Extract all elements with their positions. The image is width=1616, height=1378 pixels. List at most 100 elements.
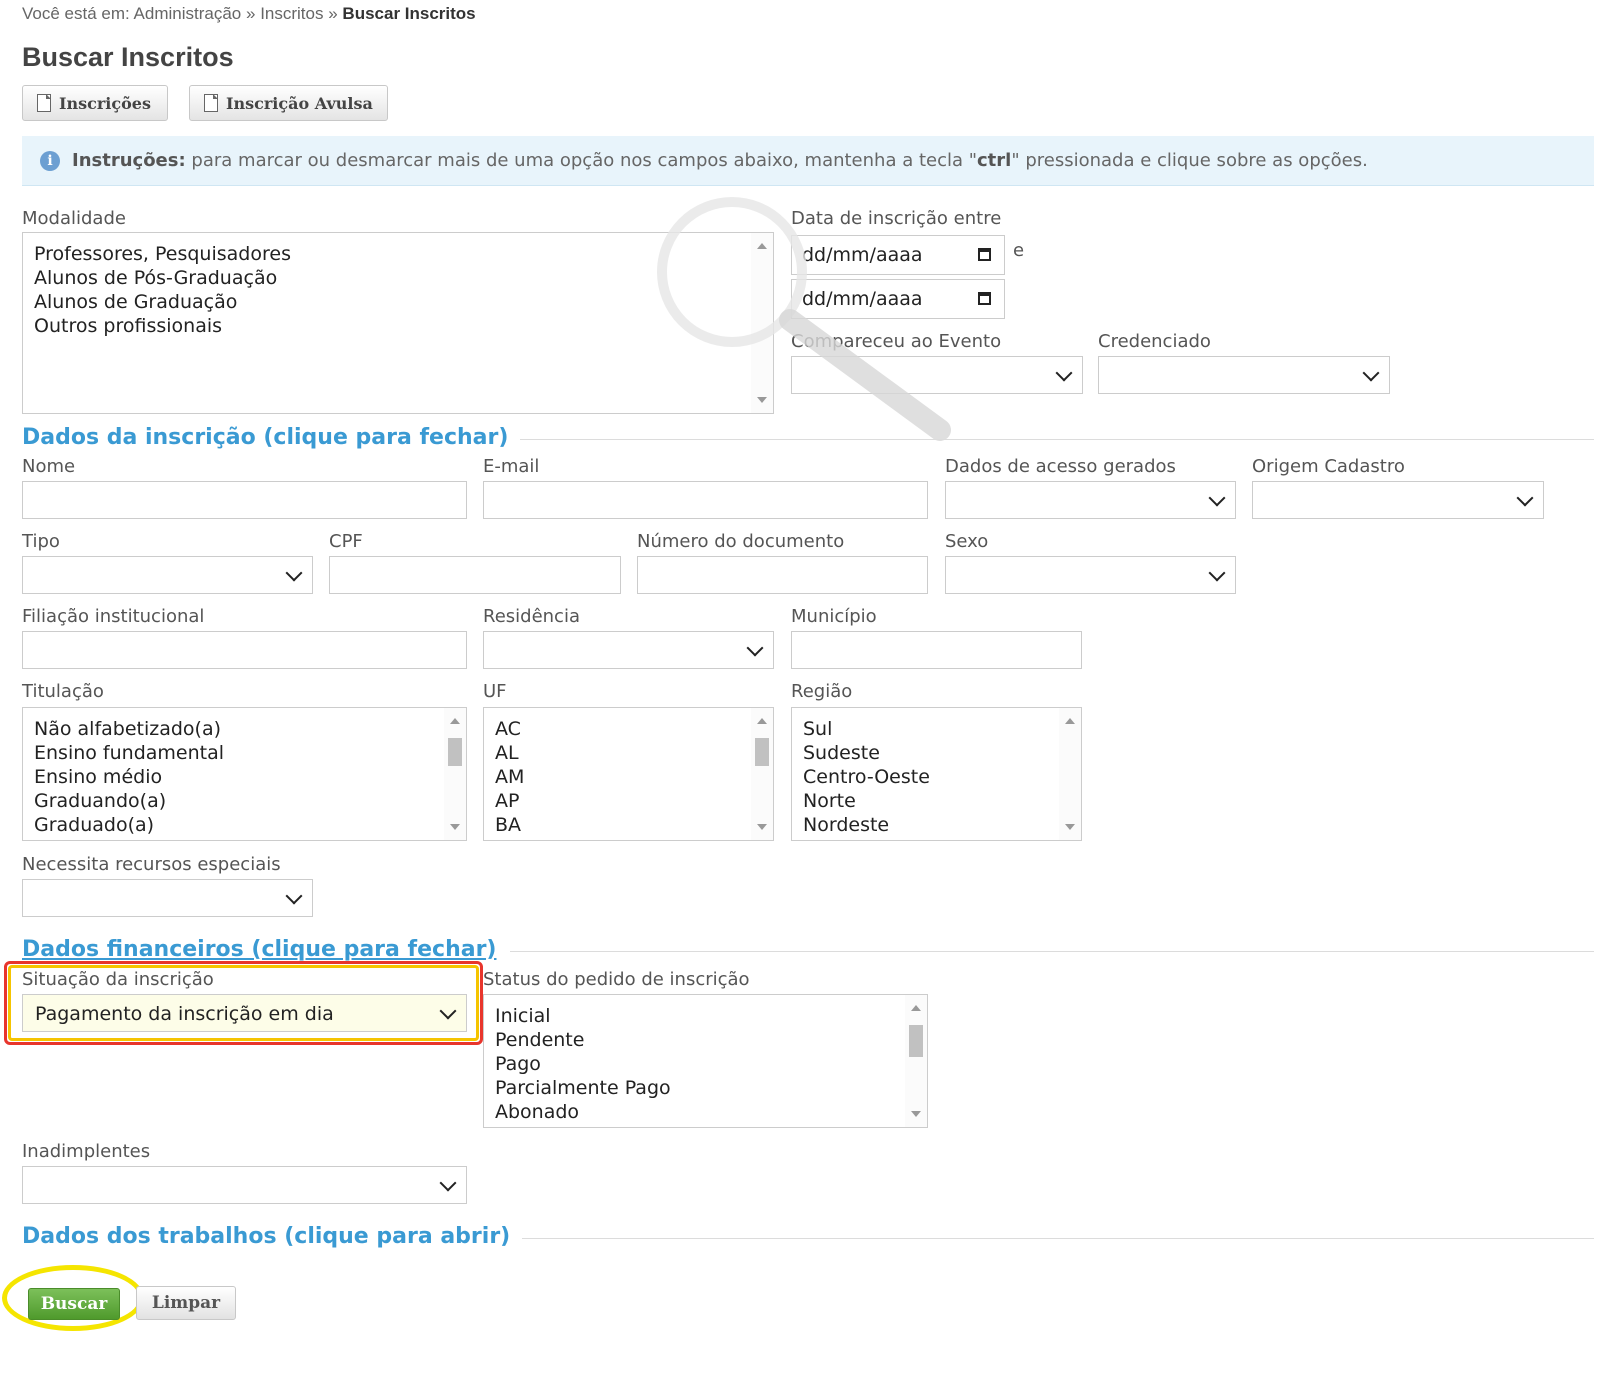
uf-label: UF: [483, 681, 507, 702]
list-item[interactable]: Abonado: [484, 1100, 927, 1124]
documento-input[interactable]: [637, 556, 928, 594]
instructions-title: Instruções:: [72, 150, 186, 171]
list-item[interactable]: Ensino fundamental: [23, 741, 466, 765]
situacao-selected-value: Pagamento da inscrição em dia: [35, 1003, 334, 1025]
magnifier-watermark-icon: [657, 197, 951, 441]
buscar-button[interactable]: Buscar: [28, 1288, 120, 1320]
scrollbar[interactable]: [905, 995, 927, 1127]
residencia-select[interactable]: [483, 631, 774, 669]
scrollbar[interactable]: [751, 708, 773, 840]
tipo-label: Tipo: [22, 531, 60, 552]
filiacao-label: Filiação institucional: [22, 606, 205, 627]
list-item[interactable]: Nordeste: [792, 813, 1081, 837]
nome-input[interactable]: [22, 481, 467, 519]
regiao-label: Região: [791, 681, 853, 702]
scrollbar[interactable]: [444, 708, 466, 840]
limpar-button[interactable]: Limpar: [136, 1286, 236, 1320]
instructions-key: ctrl: [977, 150, 1012, 171]
modalidade-label: Modalidade: [22, 208, 126, 229]
list-item[interactable]: Graduando(a): [23, 789, 466, 813]
inadimplentes-select[interactable]: [22, 1166, 467, 1204]
filiacao-input[interactable]: [22, 631, 467, 669]
breadcrumb-separator: »: [328, 4, 338, 23]
list-item[interactable]: AL: [484, 741, 773, 765]
status-pedido-label: Status do pedido de inscrição: [483, 969, 750, 990]
breadcrumb-prefix: Você está em:: [22, 4, 130, 23]
instructions-text: Instruções: para marcar ou desmarcar mai…: [72, 150, 1368, 171]
uf-listbox[interactable]: AC AL AM AP BA: [483, 707, 774, 841]
section-divider: [520, 439, 1594, 440]
instructions-bar: i Instruções: para marcar ou desmarcar m…: [22, 136, 1594, 186]
recursos-select[interactable]: [22, 879, 313, 917]
breadcrumb-separator: »: [245, 4, 256, 23]
origem-select[interactable]: [1252, 481, 1544, 519]
list-item[interactable]: Sul: [792, 717, 1081, 741]
list-item[interactable]: Pendente: [484, 1028, 927, 1052]
credenciado-label: Credenciado: [1098, 331, 1211, 352]
situacao-select[interactable]: Pagamento da inscrição em dia: [22, 994, 467, 1032]
document-icon: [204, 94, 218, 112]
chevron-down-icon: [1055, 364, 1073, 382]
email-label: E-mail: [483, 456, 540, 477]
list-item[interactable]: Parcialmente Pago: [484, 1076, 927, 1100]
chevron-down-icon: [1208, 489, 1226, 507]
sexo-select[interactable]: [945, 556, 1236, 594]
breadcrumb-current: Buscar Inscritos: [342, 4, 476, 23]
list-item[interactable]: Pago: [484, 1052, 927, 1076]
list-item[interactable]: AC: [484, 717, 773, 741]
calendar-icon[interactable]: [978, 292, 991, 305]
list-item[interactable]: AP: [484, 789, 773, 813]
document-icon: [37, 94, 51, 112]
date-conjunction: e: [1013, 240, 1025, 261]
list-item[interactable]: Centro-Oeste: [792, 765, 1081, 789]
section-divider: [510, 951, 1594, 952]
sexo-label: Sexo: [945, 531, 989, 552]
inscricao-avulsa-button[interactable]: Inscrição Avulsa: [189, 85, 388, 121]
breadcrumb-link-inscritos[interactable]: Inscritos: [260, 4, 323, 23]
inscricoes-button[interactable]: Inscrições: [22, 85, 168, 121]
section-divider: [522, 1238, 1594, 1239]
tipo-select[interactable]: [22, 556, 313, 594]
recursos-label: Necessita recursos especiais: [22, 854, 281, 875]
breadcrumb-link-administracao[interactable]: Administração: [134, 4, 242, 23]
chevron-down-icon: [439, 1174, 457, 1192]
breadcrumb: Você está em: Administração » Inscritos …: [22, 4, 476, 24]
municipio-label: Município: [791, 606, 877, 627]
section-dados-inscricao[interactable]: Dados da inscrição (clique para fechar): [22, 425, 508, 450]
chevron-down-icon: [1362, 364, 1380, 382]
list-item[interactable]: AM: [484, 765, 773, 789]
list-item[interactable]: Inicial: [484, 1004, 927, 1028]
cpf-input[interactable]: [329, 556, 621, 594]
chevron-down-icon: [285, 564, 303, 582]
inscricoes-button-label: Inscrições: [59, 93, 151, 113]
acesso-select[interactable]: [945, 481, 1236, 519]
list-item[interactable]: Norte: [792, 789, 1081, 813]
list-item[interactable]: Graduado(a): [23, 813, 466, 837]
chevron-down-icon: [1208, 564, 1226, 582]
inscricao-avulsa-button-label: Inscrição Avulsa: [226, 93, 373, 113]
chevron-down-icon: [285, 887, 303, 905]
calendar-icon[interactable]: [978, 248, 991, 261]
chevron-down-icon: [439, 1002, 457, 1020]
section-dados-trabalhos[interactable]: Dados dos trabalhos (clique para abrir): [22, 1224, 510, 1249]
email-input[interactable]: [483, 481, 928, 519]
inadimplentes-label: Inadimplentes: [22, 1141, 151, 1162]
documento-label: Número do documento: [637, 531, 845, 552]
regiao-listbox[interactable]: Sul Sudeste Centro-Oeste Norte Nordeste: [791, 707, 1082, 841]
scrollbar[interactable]: [1059, 708, 1081, 840]
credenciado-select[interactable]: [1098, 356, 1390, 394]
residencia-label: Residência: [483, 606, 580, 627]
instructions-before: para marcar ou desmarcar mais de uma opç…: [191, 150, 978, 171]
acesso-label: Dados de acesso gerados: [945, 456, 1176, 477]
nome-label: Nome: [22, 456, 76, 477]
list-item[interactable]: Sudeste: [792, 741, 1081, 765]
list-item[interactable]: Não alfabetizado(a): [23, 717, 466, 741]
situacao-label: Situação da inscrição: [22, 969, 214, 990]
cpf-label: CPF: [329, 531, 363, 552]
list-item[interactable]: Ensino médio: [23, 765, 466, 789]
municipio-input[interactable]: [791, 631, 1082, 669]
section-dados-financeiros[interactable]: Dados financeiros (clique para fechar): [22, 937, 496, 962]
list-item[interactable]: BA: [484, 813, 773, 837]
titulacao-listbox[interactable]: Não alfabetizado(a) Ensino fundamental E…: [22, 707, 467, 841]
status-pedido-listbox[interactable]: Inicial Pendente Pago Parcialmente Pago …: [483, 994, 928, 1128]
